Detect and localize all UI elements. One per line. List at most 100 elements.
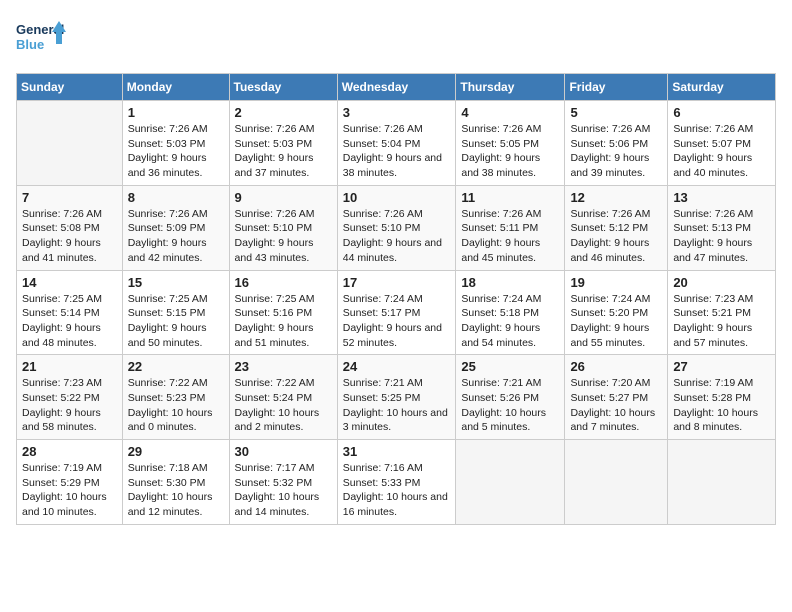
- day-number: 12: [570, 190, 662, 205]
- day-number: 17: [343, 275, 451, 290]
- day-info: Sunrise: 7:25 AMSunset: 5:14 PMDaylight:…: [22, 292, 117, 351]
- calendar-cell: [668, 440, 776, 525]
- col-header-wednesday: Wednesday: [337, 74, 456, 101]
- calendar-cell: 8 Sunrise: 7:26 AMSunset: 5:09 PMDaylight…: [122, 185, 229, 270]
- calendar-cell: 24 Sunrise: 7:21 AMSunset: 5:25 PMDayligh…: [337, 355, 456, 440]
- calendar-cell: 20 Sunrise: 7:23 AMSunset: 5:21 PMDayligh…: [668, 270, 776, 355]
- calendar-cell: 5Sunrise: 7:26 AMSunset: 5:06 PMDaylight…: [565, 101, 668, 186]
- day-info: Sunrise: 7:26 AMSunset: 5:10 PMDaylight:…: [343, 207, 451, 266]
- logo-svg: General Blue: [16, 16, 66, 61]
- calendar-cell: [456, 440, 565, 525]
- logo: General Blue: [16, 16, 66, 61]
- day-number: 27: [673, 359, 770, 374]
- day-number: 23: [235, 359, 332, 374]
- calendar-cell: 9 Sunrise: 7:26 AMSunset: 5:10 PMDaylight…: [229, 185, 337, 270]
- calendar-cell: 4 Sunrise: 7:26 AMSunset: 5:05 PMDaylight…: [456, 101, 565, 186]
- day-number: 28: [22, 444, 117, 459]
- day-number: 9: [235, 190, 332, 205]
- day-number: 25: [461, 359, 559, 374]
- calendar-cell: 17 Sunrise: 7:24 AMSunset: 5:17 PMDayligh…: [337, 270, 456, 355]
- day-number: 6: [673, 105, 770, 120]
- day-info: Sunrise: 7:24 AMSunset: 5:18 PMDaylight:…: [461, 292, 559, 351]
- day-info: Sunrise: 7:26 AMSunset: 5:08 PMDaylight:…: [22, 207, 117, 266]
- week-row-3: 14 Sunrise: 7:25 AMSunset: 5:14 PMDayligh…: [17, 270, 776, 355]
- calendar-cell: 21 Sunrise: 7:23 AMSunset: 5:22 PMDayligh…: [17, 355, 123, 440]
- day-number: 1: [128, 105, 224, 120]
- week-row-1: 1 Sunrise: 7:26 AMSunset: 5:03 PMDaylight…: [17, 101, 776, 186]
- day-info: Sunrise: 7:23 AMSunset: 5:22 PMDaylight:…: [22, 376, 117, 435]
- calendar-cell: 7 Sunrise: 7:26 AMSunset: 5:08 PMDaylight…: [17, 185, 123, 270]
- day-info: Sunrise: 7:21 AMSunset: 5:26 PMDaylight:…: [461, 376, 559, 435]
- day-number: 18: [461, 275, 559, 290]
- header-row: SundayMondayTuesdayWednesdayThursdayFrid…: [17, 74, 776, 101]
- calendar-cell: 31 Sunrise: 7:16 AMSunset: 5:33 PMDayligh…: [337, 440, 456, 525]
- week-row-5: 28 Sunrise: 7:19 AMSunset: 5:29 PMDayligh…: [17, 440, 776, 525]
- calendar-cell: 23 Sunrise: 7:22 AMSunset: 5:24 PMDayligh…: [229, 355, 337, 440]
- day-number: 31: [343, 444, 451, 459]
- day-info: Sunrise: 7:26 AMSunset: 5:06 PMDaylight:…: [570, 122, 662, 181]
- calendar-cell: 25 Sunrise: 7:21 AMSunset: 5:26 PMDayligh…: [456, 355, 565, 440]
- calendar-cell: 14 Sunrise: 7:25 AMSunset: 5:14 PMDayligh…: [17, 270, 123, 355]
- col-header-thursday: Thursday: [456, 74, 565, 101]
- day-info: Sunrise: 7:24 AMSunset: 5:20 PMDaylight:…: [570, 292, 662, 351]
- day-info: Sunrise: 7:26 AMSunset: 5:09 PMDaylight:…: [128, 207, 224, 266]
- calendar-cell: 22Sunrise: 7:22 AMSunset: 5:23 PMDayligh…: [122, 355, 229, 440]
- col-header-monday: Monday: [122, 74, 229, 101]
- day-info: Sunrise: 7:17 AMSunset: 5:32 PMDaylight:…: [235, 461, 332, 520]
- calendar-cell: 27 Sunrise: 7:19 AMSunset: 5:28 PMDayligh…: [668, 355, 776, 440]
- calendar-table: SundayMondayTuesdayWednesdayThursdayFrid…: [16, 73, 776, 525]
- day-number: 11: [461, 190, 559, 205]
- calendar-cell: 26 Sunrise: 7:20 AMSunset: 5:27 PMDayligh…: [565, 355, 668, 440]
- day-info: Sunrise: 7:26 AMSunset: 5:03 PMDaylight:…: [128, 122, 224, 181]
- day-number: 14: [22, 275, 117, 290]
- col-header-saturday: Saturday: [668, 74, 776, 101]
- col-header-tuesday: Tuesday: [229, 74, 337, 101]
- day-number: 21: [22, 359, 117, 374]
- day-info: Sunrise: 7:16 AMSunset: 5:33 PMDaylight:…: [343, 461, 451, 520]
- week-row-2: 7 Sunrise: 7:26 AMSunset: 5:08 PMDaylight…: [17, 185, 776, 270]
- day-info: Sunrise: 7:26 AMSunset: 5:12 PMDaylight:…: [570, 207, 662, 266]
- day-number: 15: [128, 275, 224, 290]
- day-number: 29: [128, 444, 224, 459]
- page-header: General Blue: [16, 16, 776, 61]
- week-row-4: 21 Sunrise: 7:23 AMSunset: 5:22 PMDayligh…: [17, 355, 776, 440]
- calendar-cell: 6 Sunrise: 7:26 AMSunset: 5:07 PMDaylight…: [668, 101, 776, 186]
- day-number: 16: [235, 275, 332, 290]
- day-number: 4: [461, 105, 559, 120]
- calendar-cell: 11 Sunrise: 7:26 AMSunset: 5:11 PMDayligh…: [456, 185, 565, 270]
- day-number: 24: [343, 359, 451, 374]
- calendar-cell: 28 Sunrise: 7:19 AMSunset: 5:29 PMDayligh…: [17, 440, 123, 525]
- day-info: Sunrise: 7:26 AMSunset: 5:11 PMDaylight:…: [461, 207, 559, 266]
- day-number: 13: [673, 190, 770, 205]
- day-number: 8: [128, 190, 224, 205]
- day-info: Sunrise: 7:26 AMSunset: 5:07 PMDaylight:…: [673, 122, 770, 181]
- calendar-cell: 30 Sunrise: 7:17 AMSunset: 5:32 PMDayligh…: [229, 440, 337, 525]
- col-header-sunday: Sunday: [17, 74, 123, 101]
- day-info: Sunrise: 7:25 AMSunset: 5:15 PMDaylight:…: [128, 292, 224, 351]
- col-header-friday: Friday: [565, 74, 668, 101]
- day-info: Sunrise: 7:19 AMSunset: 5:28 PMDaylight:…: [673, 376, 770, 435]
- day-info: Sunrise: 7:26 AMSunset: 5:10 PMDaylight:…: [235, 207, 332, 266]
- day-info: Sunrise: 7:22 AMSunset: 5:24 PMDaylight:…: [235, 376, 332, 435]
- day-info: Sunrise: 7:21 AMSunset: 5:25 PMDaylight:…: [343, 376, 451, 435]
- day-info: Sunrise: 7:26 AMSunset: 5:05 PMDaylight:…: [461, 122, 559, 181]
- day-number: 30: [235, 444, 332, 459]
- day-number: 20: [673, 275, 770, 290]
- day-info: Sunrise: 7:20 AMSunset: 5:27 PMDaylight:…: [570, 376, 662, 435]
- day-number: 2: [235, 105, 332, 120]
- day-number: 19: [570, 275, 662, 290]
- day-number: 26: [570, 359, 662, 374]
- day-info: Sunrise: 7:26 AMSunset: 5:03 PMDaylight:…: [235, 122, 332, 181]
- day-info: Sunrise: 7:25 AMSunset: 5:16 PMDaylight:…: [235, 292, 332, 351]
- day-info: Sunrise: 7:24 AMSunset: 5:17 PMDaylight:…: [343, 292, 451, 351]
- calendar-cell: 13 Sunrise: 7:26 AMSunset: 5:13 PMDayligh…: [668, 185, 776, 270]
- calendar-cell: [565, 440, 668, 525]
- day-info: Sunrise: 7:26 AMSunset: 5:13 PMDaylight:…: [673, 207, 770, 266]
- calendar-cell: 3Sunrise: 7:26 AMSunset: 5:04 PMDaylight…: [337, 101, 456, 186]
- calendar-cell: 10Sunrise: 7:26 AMSunset: 5:10 PMDayligh…: [337, 185, 456, 270]
- day-info: Sunrise: 7:19 AMSunset: 5:29 PMDaylight:…: [22, 461, 117, 520]
- day-info: Sunrise: 7:22 AMSunset: 5:23 PMDaylight:…: [128, 376, 224, 435]
- day-info: Sunrise: 7:26 AMSunset: 5:04 PMDaylight:…: [343, 122, 451, 181]
- day-number: 7: [22, 190, 117, 205]
- day-info: Sunrise: 7:23 AMSunset: 5:21 PMDaylight:…: [673, 292, 770, 351]
